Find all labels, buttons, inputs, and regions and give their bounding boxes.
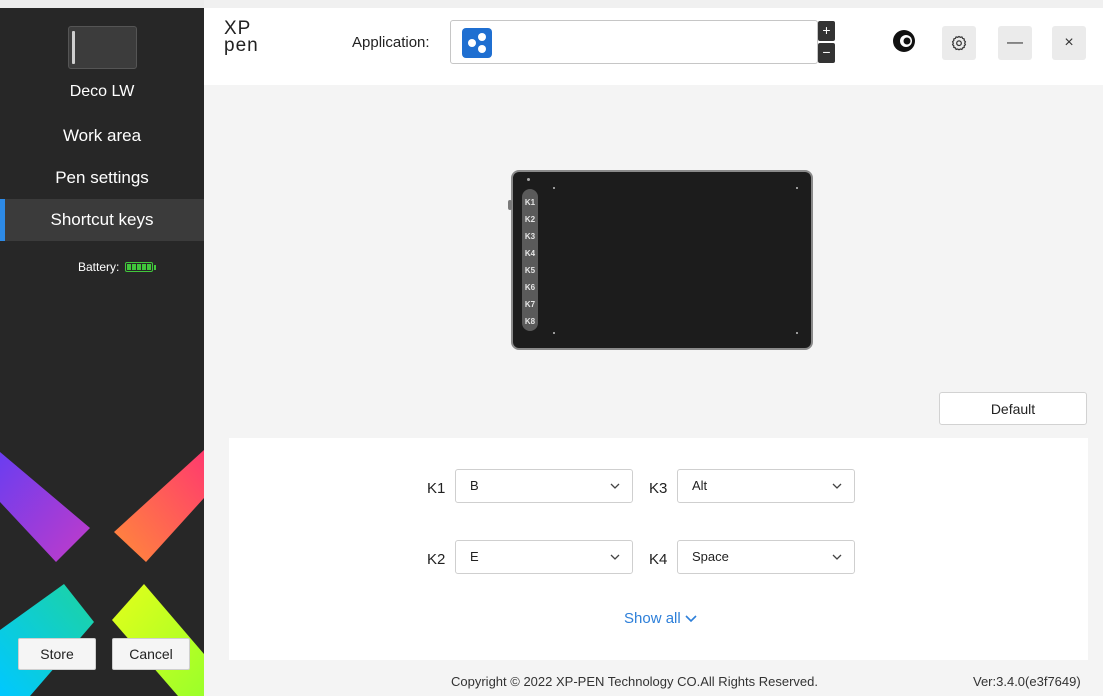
battery-status: Battery: bbox=[78, 260, 157, 274]
tablet-key-k6[interactable]: K6 bbox=[522, 279, 538, 296]
chevron-down-icon bbox=[610, 554, 620, 560]
tablet-key-strip: K1 K2 K3 K4 K5 K6 K7 K8 bbox=[522, 189, 538, 331]
chevron-down-icon bbox=[832, 483, 842, 489]
sidebar: Deco LW Work area Pen settings Shortcut … bbox=[0, 0, 204, 696]
settings-button[interactable] bbox=[942, 26, 976, 60]
key-label-k4: K4 bbox=[649, 551, 668, 568]
active-area-corner bbox=[553, 332, 555, 334]
top-strip bbox=[0, 0, 204, 8]
tablet-side-button bbox=[508, 200, 512, 210]
shortcut-keys-panel: K1 B K3 Alt K2 E K4 Space Show all bbox=[229, 438, 1088, 660]
key-label-k1: K1 bbox=[427, 480, 446, 497]
tablet-indicator-light bbox=[527, 178, 530, 181]
battery-icon bbox=[125, 262, 157, 272]
application-label: Application: bbox=[352, 34, 430, 51]
add-application-button[interactable]: + bbox=[818, 21, 835, 41]
gear-icon bbox=[951, 35, 967, 51]
shortcut-select-k2[interactable]: E bbox=[455, 540, 633, 574]
remove-application-button[interactable]: − bbox=[818, 43, 835, 63]
tablet-illustration: K1 K2 K3 K4 K5 K6 K7 K8 bbox=[508, 170, 813, 350]
xppen-brand-icon[interactable] bbox=[892, 29, 916, 53]
store-button[interactable]: Store bbox=[18, 638, 96, 670]
sidebar-item-pen-settings[interactable]: Pen settings bbox=[0, 157, 204, 199]
shortcut-select-k4[interactable]: Space bbox=[677, 540, 855, 574]
active-area-corner bbox=[796, 187, 798, 189]
sidebar-item-work-area[interactable]: Work area bbox=[0, 115, 204, 157]
default-button[interactable]: Default bbox=[939, 392, 1087, 425]
battery-label: Battery: bbox=[78, 260, 120, 274]
close-button[interactable]: × bbox=[1052, 26, 1086, 60]
version-text: Ver:3.4.0(e3f7649) bbox=[973, 674, 1081, 689]
device-name: Deco LW bbox=[69, 83, 135, 100]
tablet-key-k2[interactable]: K2 bbox=[522, 211, 538, 228]
copyright-text: Copyright © 2022 XP-PEN Technology CO.Al… bbox=[451, 674, 819, 689]
chevron-down-icon bbox=[610, 483, 620, 489]
key-label-k3: K3 bbox=[649, 480, 668, 497]
tablet-key-k5[interactable]: K5 bbox=[522, 262, 538, 279]
tablet-key-k7[interactable]: K7 bbox=[522, 296, 538, 313]
top-strip bbox=[204, 0, 1103, 8]
all-apps-icon bbox=[462, 28, 492, 58]
header: XP pen Application: + − — × bbox=[204, 0, 1103, 85]
device-thumbnail[interactable] bbox=[68, 26, 137, 69]
chevron-down-icon bbox=[832, 554, 842, 560]
tablet-key-k3[interactable]: K3 bbox=[522, 228, 538, 245]
key-label-k2: K2 bbox=[427, 551, 446, 568]
xppen-logo: XP pen bbox=[224, 18, 259, 56]
application-select[interactable] bbox=[450, 20, 818, 64]
shortcut-select-k1[interactable]: B bbox=[455, 469, 633, 503]
shortcut-select-k3[interactable]: Alt bbox=[677, 469, 855, 503]
active-area-corner bbox=[796, 332, 798, 334]
show-all-link[interactable]: Show all bbox=[624, 610, 697, 627]
tablet-key-k1[interactable]: K1 bbox=[522, 194, 538, 211]
minimize-button[interactable]: — bbox=[998, 26, 1032, 60]
cancel-button[interactable]: Cancel bbox=[112, 638, 190, 670]
active-area-corner bbox=[553, 187, 555, 189]
tablet-key-k4[interactable]: K4 bbox=[522, 245, 538, 262]
sidebar-item-shortcut-keys[interactable]: Shortcut keys bbox=[0, 199, 204, 241]
tablet-key-k8[interactable]: K8 bbox=[522, 313, 538, 330]
chevron-down-icon bbox=[685, 614, 697, 622]
